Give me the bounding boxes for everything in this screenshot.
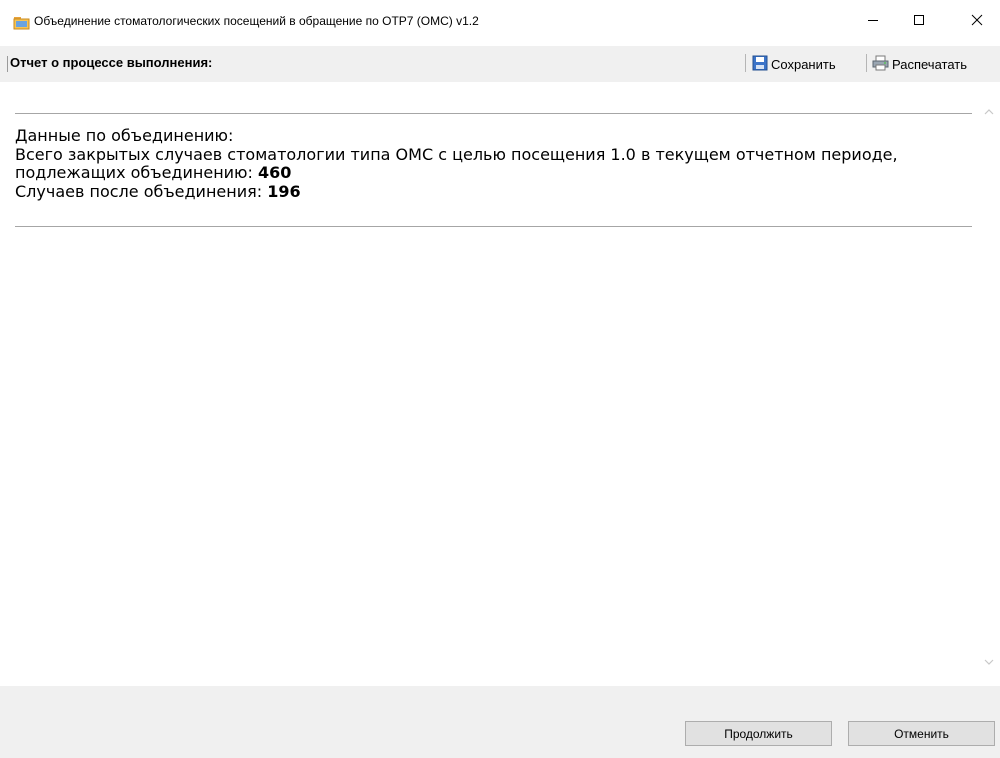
print-label: Распечатать xyxy=(892,56,968,72)
title-bar: Объединение стоматологических посещений … xyxy=(0,0,1000,46)
floppy-disk-icon xyxy=(752,55,768,74)
printer-icon xyxy=(872,55,889,74)
cancel-button[interactable]: Отменить xyxy=(848,721,995,746)
vertical-scrollbar[interactable] xyxy=(980,82,1000,686)
continue-button[interactable]: Продолжить xyxy=(685,721,832,746)
scroll-up-icon[interactable] xyxy=(983,102,995,115)
toolbar-divider xyxy=(7,56,8,72)
close-button[interactable] xyxy=(954,0,1000,40)
print-button[interactable]: Распечатать xyxy=(872,54,967,74)
after-value: 196 xyxy=(267,181,301,201)
scroll-down-icon[interactable] xyxy=(983,652,995,665)
after-label: Случаев после объединения: xyxy=(15,181,268,201)
total-value: 460 xyxy=(258,163,292,182)
minimize-button[interactable] xyxy=(850,0,896,40)
save-label: Сохранить xyxy=(771,56,836,72)
report-text: Данные по объединению: Всего закрытых сл… xyxy=(15,126,965,202)
report-content: Данные по объединению: Всего закрытых сл… xyxy=(0,82,1000,686)
report-title: Отчет о процессе выполнения: xyxy=(10,55,213,70)
report-toolbar: Отчет о процессе выполнения: Сохранить Р… xyxy=(0,46,1000,82)
maximize-button[interactable] xyxy=(896,0,942,40)
close-icon xyxy=(971,11,983,30)
minimize-icon xyxy=(867,11,879,30)
report-heading: Данные по объединению: xyxy=(15,126,234,145)
total-label: Всего закрытых случаев стоматологии типа… xyxy=(15,144,898,182)
top-divider xyxy=(15,113,972,114)
save-button[interactable]: Сохранить xyxy=(752,54,836,74)
dialog-footer: Продолжить Отменить xyxy=(0,686,1000,758)
bottom-divider xyxy=(15,226,972,227)
report-line-total: Всего закрытых случаев стоматологии типа… xyxy=(15,144,965,183)
folder-app-icon xyxy=(13,15,30,30)
window-title: Объединение стоматологических посещений … xyxy=(34,14,479,28)
toolbar-separator xyxy=(866,54,867,72)
report-line-after: Случаев после объединения: 196 xyxy=(15,181,965,202)
maximize-icon xyxy=(913,11,925,30)
toolbar-separator xyxy=(745,54,746,72)
